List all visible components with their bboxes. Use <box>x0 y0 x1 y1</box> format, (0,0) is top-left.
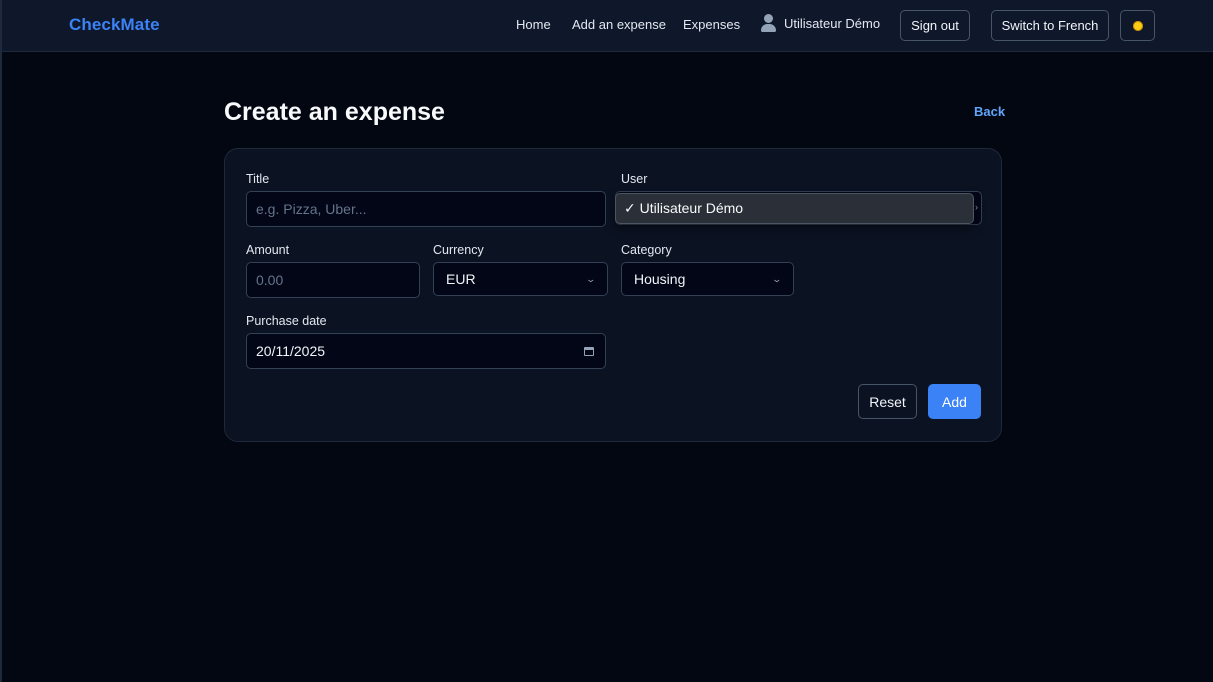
currency-value: EUR <box>446 271 476 287</box>
sun-icon <box>1132 20 1143 31</box>
title-input[interactable]: e.g. Pizza, Uber... <box>246 191 606 227</box>
currency-select[interactable]: EUR ⌄ <box>433 262 608 296</box>
brand-logo[interactable]: CheckMate <box>69 15 160 35</box>
user-option-label: ✓ Utilisateur Démo <box>624 200 744 216</box>
back-link[interactable]: Back <box>974 104 1005 119</box>
expense-form-card: Title e.g. Pizza, Uber... User › ✓ Utili… <box>224 148 1002 442</box>
title-placeholder: e.g. Pizza, Uber... <box>256 201 367 217</box>
sign-out-button[interactable]: Sign out <box>900 10 970 41</box>
user-name: Utilisateur Démo <box>784 15 881 31</box>
nav-link-add-expense[interactable]: Add an expense <box>572 17 666 32</box>
amount-placeholder: 0.00 <box>256 272 284 288</box>
navbar: CheckMate Home Add an expense Expenses U… <box>2 0 1213 52</box>
page-title: Create an expense <box>224 98 445 126</box>
chevron-down-icon: ⌄ <box>585 273 597 284</box>
nav-link-home[interactable]: Home <box>516 17 551 32</box>
add-button[interactable]: Add <box>928 384 981 419</box>
amount-input[interactable]: 0.00 <box>246 262 420 298</box>
calendar-icon[interactable] <box>584 347 594 356</box>
category-select[interactable]: Housing ⌄ <box>621 262 794 296</box>
current-user: Utilisateur Démo <box>760 14 880 32</box>
category-label: Category <box>621 243 672 257</box>
reset-button[interactable]: Reset <box>858 384 917 419</box>
user-label: User <box>621 172 648 186</box>
currency-label: Currency <box>433 243 484 257</box>
category-value: Housing <box>634 271 686 287</box>
purchase-date-label: Purchase date <box>246 314 327 328</box>
chevron-down-icon: ⌄ <box>771 273 783 284</box>
purchase-date-value: 20/11/2025 <box>256 343 326 359</box>
amount-label: Amount <box>246 243 290 257</box>
user-icon <box>760 14 777 32</box>
purchase-date-input[interactable]: 20/11/2025 <box>246 333 606 369</box>
switch-language-button[interactable]: Switch to French <box>991 10 1109 41</box>
chevron-down-icon: › <box>975 202 978 212</box>
user-dropdown-option[interactable]: ✓ Utilisateur Démo <box>615 193 974 224</box>
app-page: CheckMate Home Add an expense Expenses U… <box>0 0 1213 682</box>
nav-link-expenses[interactable]: Expenses <box>683 17 740 32</box>
title-label: Title <box>246 172 270 186</box>
theme-toggle-button[interactable] <box>1120 10 1155 41</box>
